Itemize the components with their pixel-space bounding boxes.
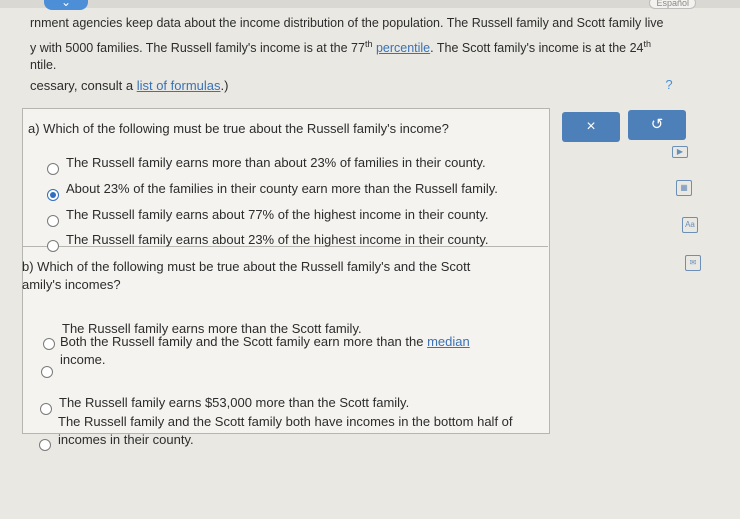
percentile-link[interactable]: percentile bbox=[376, 41, 430, 55]
option-text: Both the Russell family and the Scott fa… bbox=[60, 334, 428, 349]
glossary-icon[interactable]: Aa bbox=[682, 217, 698, 233]
radio-b-1[interactable] bbox=[43, 338, 55, 350]
part-b-question-line-2: amily's incomes? bbox=[22, 277, 121, 292]
calculator-icon[interactable]: ▦ bbox=[676, 180, 692, 196]
intro-line-3: ntile. bbox=[30, 58, 57, 72]
radio-b-4[interactable] bbox=[39, 439, 51, 451]
clear-button[interactable]: × bbox=[562, 112, 620, 142]
option-a-3[interactable]: The Russell family earns about 77% of th… bbox=[66, 206, 488, 224]
part-b-question-line-1: b) Which of the following must be true a… bbox=[22, 259, 471, 274]
collapse-chevron-icon[interactable]: ⌄ bbox=[44, 0, 88, 10]
help-icon[interactable]: ? bbox=[660, 76, 678, 94]
radio-a-1[interactable] bbox=[47, 163, 59, 175]
radio-a-4[interactable] bbox=[47, 240, 59, 252]
part-a-question: a) Which of the following must be true a… bbox=[28, 121, 449, 136]
superscript: th bbox=[643, 39, 652, 49]
radio-b-3[interactable] bbox=[40, 403, 52, 415]
intro-line-1: rnment agencies keep data about the inco… bbox=[30, 16, 664, 30]
top-bar: ⌄ Español bbox=[0, 0, 740, 10]
video-icon[interactable]: ▶ bbox=[672, 146, 688, 158]
part-b-question: b) Which of the following must be true a… bbox=[22, 258, 542, 294]
radio-a-3[interactable] bbox=[47, 215, 59, 227]
mail-icon[interactable]: ✉ bbox=[685, 255, 701, 271]
option-b-4[interactable]: The Russell family and the Scott family … bbox=[58, 413, 538, 449]
median-link[interactable]: median bbox=[427, 334, 470, 349]
formulas-text: cessary, consult a bbox=[30, 78, 137, 93]
intro-line-2: y with 5000 families. The Russell family… bbox=[30, 33, 651, 60]
superscript: th bbox=[364, 39, 373, 49]
option-b-2[interactable]: Both the Russell family and the Scott fa… bbox=[60, 333, 540, 369]
option-a-2[interactable]: About 23% of the families in their count… bbox=[66, 180, 498, 198]
intro-text: y with 5000 families. The Russell family… bbox=[30, 41, 365, 56]
formulas-text: .) bbox=[220, 78, 229, 93]
option-text: income. bbox=[60, 352, 106, 367]
formulas-note: cessary, consult a list of formulas.) bbox=[30, 78, 228, 93]
formulas-link[interactable]: list of formulas bbox=[137, 78, 221, 93]
option-b-3[interactable]: The Russell family earns $53,000 more th… bbox=[59, 394, 409, 412]
language-toggle[interactable]: Español bbox=[649, 0, 696, 9]
option-a-1[interactable]: The Russell family earns more than about… bbox=[66, 154, 486, 172]
intro-text: . The Scott family's income is at the 24 bbox=[430, 41, 644, 56]
undo-button[interactable]: ↺ bbox=[628, 110, 686, 140]
option-a-4[interactable]: The Russell family earns about 23% of th… bbox=[66, 231, 488, 249]
radio-b-2[interactable] bbox=[41, 366, 53, 378]
radio-a-2[interactable] bbox=[47, 189, 59, 201]
